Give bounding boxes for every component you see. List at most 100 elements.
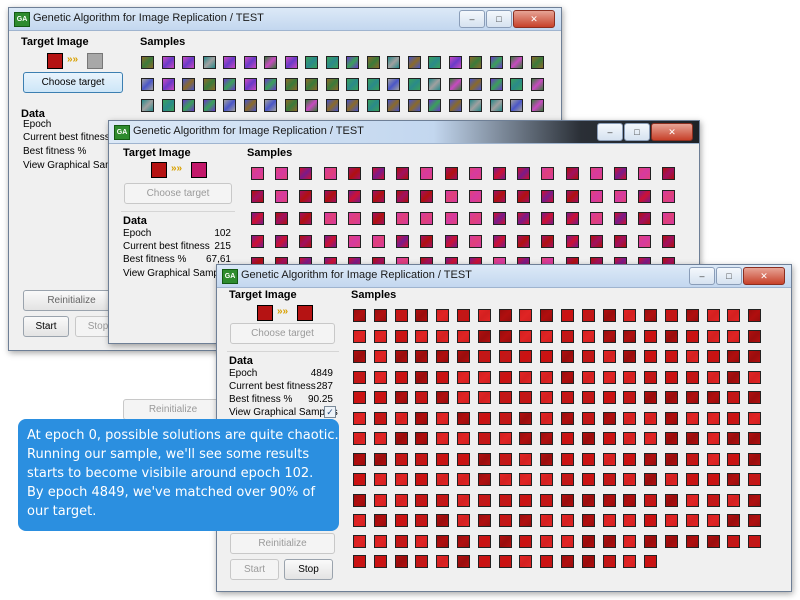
sample-thumbnail — [498, 391, 512, 404]
sample-thumbnail — [665, 452, 678, 466]
app-icon: GA — [222, 269, 238, 284]
sample-thumbnail — [457, 370, 470, 384]
stop-button[interactable]: Stop — [284, 559, 333, 580]
sample-thumbnail — [469, 56, 482, 69]
title-bar[interactable]: GA Genetic Algorithm for Image Replicati… — [217, 265, 791, 288]
reinitialize-button[interactable]: Reinitialize — [123, 399, 223, 420]
maximize-button[interactable]: □ — [716, 267, 742, 285]
sample-thumbnail — [561, 473, 574, 486]
sample-thumbnail — [602, 370, 616, 384]
close-button[interactable]: ✕ — [651, 123, 693, 141]
sample-thumbnail — [685, 432, 699, 445]
view-samples-checkbox[interactable]: ✓ — [324, 406, 336, 418]
sample-thumbnail — [264, 77, 277, 91]
sample-thumbnail — [561, 391, 574, 404]
sample-thumbnail — [394, 493, 408, 507]
sample-thumbnail — [685, 452, 699, 466]
sample-thumbnail — [394, 473, 408, 486]
sample-thumbnail — [498, 309, 512, 322]
view-samples-row[interactable]: View Graphical Samples — [229, 407, 338, 418]
sample-thumbnail — [468, 234, 482, 248]
sample-thumbnail — [498, 534, 512, 548]
sample-thumbnail — [519, 329, 533, 343]
samples-grid-epoch-102 — [251, 167, 691, 270]
sample-thumbnail — [141, 99, 154, 112]
minimize-button[interactable]: – — [459, 10, 485, 28]
sample-thumbnail — [251, 167, 264, 180]
callout-line-4: By epoch 4849, we've matched over 90% of — [27, 485, 316, 500]
sample-thumbnail — [662, 189, 676, 203]
sample-thumbnail — [662, 167, 676, 180]
view-samples-label: View Graphical Samples — [229, 407, 338, 418]
sample-thumbnail — [477, 452, 491, 466]
sample-thumbnail — [436, 534, 450, 548]
sample-thumbnail — [477, 432, 491, 445]
sample-thumbnail — [665, 329, 678, 343]
sample-thumbnail — [243, 77, 257, 91]
sample-thumbnail — [457, 555, 470, 568]
sample-thumbnail — [477, 309, 491, 322]
close-button[interactable]: ✕ — [743, 267, 785, 285]
start-button[interactable]: Start — [23, 316, 69, 337]
sample-thumbnail — [264, 56, 277, 69]
maximize-button[interactable]: □ — [624, 123, 650, 141]
sample-thumbnail — [623, 391, 637, 404]
close-button[interactable]: ✕ — [513, 10, 555, 28]
sample-thumbnail — [325, 56, 339, 69]
sample-thumbnail — [581, 411, 595, 425]
epoch-row: Epoch 102 — [123, 228, 231, 239]
sample-thumbnail — [457, 432, 470, 445]
minimize-button[interactable]: – — [689, 267, 715, 285]
sample-thumbnail — [394, 329, 408, 343]
sample-thumbnail — [428, 99, 441, 112]
sample-thumbnail — [644, 391, 658, 404]
samples-grid-epoch-0 — [141, 56, 551, 126]
sample-thumbnail — [489, 56, 503, 69]
sample-thumbnail — [581, 432, 595, 445]
sample-thumbnail — [748, 309, 762, 322]
start-button[interactable]: Start — [230, 559, 279, 580]
sample-thumbnail — [589, 212, 603, 225]
sample-thumbnail — [623, 432, 637, 445]
choose-target-button[interactable]: Choose target — [124, 183, 232, 204]
title-bar[interactable]: GA Genetic Algorithm for Image Replicati… — [9, 8, 561, 31]
maximize-button[interactable]: □ — [486, 10, 512, 28]
title-bar[interactable]: GA Genetic Algorithm for Image Replicati… — [109, 121, 699, 144]
sample-thumbnail — [638, 189, 652, 203]
sample-thumbnail — [415, 493, 429, 507]
sample-thumbnail — [517, 167, 531, 180]
reinitialize-button[interactable]: Reinitialize — [23, 290, 120, 311]
sample-thumbnail — [727, 350, 741, 363]
sample-thumbnail — [498, 452, 512, 466]
sample-thumbnail — [305, 99, 318, 112]
sample-thumbnail — [498, 370, 512, 384]
choose-target-button[interactable]: Choose target — [23, 72, 123, 93]
sample-thumbnail — [589, 167, 603, 180]
best-sample-thumbnail — [191, 162, 207, 178]
sample-thumbnail — [541, 234, 555, 248]
epoch-row: Epoch 4849 — [229, 368, 333, 379]
best-fitness-row: Current best fitness — [23, 132, 110, 143]
sample-thumbnail — [748, 411, 762, 425]
sample-thumbnail — [602, 432, 616, 445]
epoch-value: 102 — [214, 228, 231, 239]
sample-thumbnail — [323, 212, 337, 225]
sample-thumbnail — [477, 329, 491, 343]
minimize-button[interactable]: – — [597, 123, 623, 141]
sample-thumbnail — [415, 329, 429, 343]
best-fitness-row: Current best fitness 287 — [229, 381, 333, 392]
sample-thumbnail — [493, 167, 506, 180]
choose-target-button[interactable]: Choose target — [230, 323, 335, 344]
target-image-heading: Target Image — [229, 289, 297, 301]
sample-thumbnail — [498, 555, 512, 568]
sample-thumbnail — [251, 189, 264, 203]
sample-thumbnail — [251, 234, 264, 248]
sample-thumbnail — [436, 432, 450, 445]
sample-thumbnail — [436, 370, 450, 384]
sample-thumbnail — [428, 77, 441, 91]
sample-thumbnail — [665, 534, 678, 548]
window-title: Genetic Algorithm for Image Replication … — [33, 12, 264, 24]
sample-thumbnail — [748, 473, 762, 486]
reinitialize-button[interactable]: Reinitialize — [230, 533, 335, 554]
sample-thumbnail — [665, 514, 678, 527]
